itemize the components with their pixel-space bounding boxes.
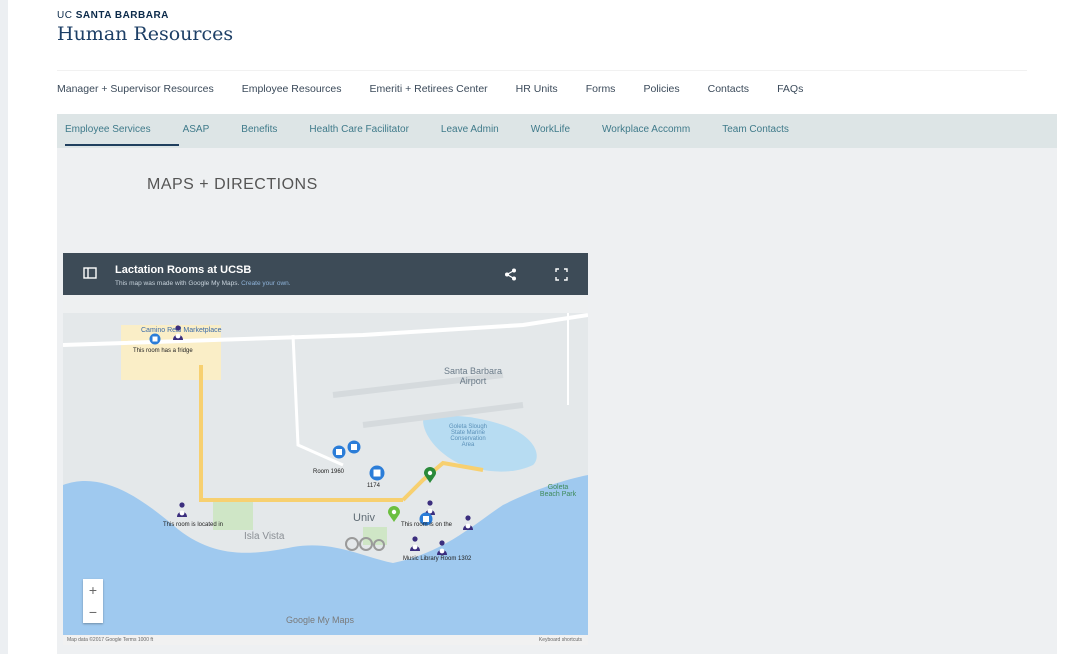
map-legend-icon[interactable] xyxy=(83,266,97,280)
isla-vista-label: Isla Vista xyxy=(244,531,285,542)
nav-item-policies[interactable]: Policies xyxy=(643,83,679,95)
pin-label-marketplace: This room has a fridge xyxy=(133,348,193,354)
zoom-controls: + − xyxy=(83,579,103,623)
map-marker-icon[interactable] xyxy=(424,467,436,484)
brand-campus: UC SANTA BARBARA xyxy=(57,10,169,21)
embedded-map[interactable]: Lactation Rooms at UCSB This map was mad… xyxy=(63,253,588,645)
grey-pin-icon[interactable] xyxy=(373,539,385,551)
fullscreen-icon[interactable] xyxy=(555,268,568,281)
map-attribution[interactable]: Map data ©2017 Google Terms 1000 ft xyxy=(67,637,153,643)
zoom-in-button[interactable]: + xyxy=(83,579,103,601)
map-subtitle: This map was made with Google My Maps. C… xyxy=(115,280,291,287)
subnav-benefits[interactable]: Benefits xyxy=(241,124,277,135)
lactation-room-pin-icon[interactable] xyxy=(175,502,189,518)
page-frame xyxy=(0,0,8,654)
nav-item-employee-resources[interactable]: Employee Resources xyxy=(242,83,342,95)
page-title: MAPS + DIRECTIONS xyxy=(147,176,318,193)
map-marker-icon[interactable] xyxy=(388,506,400,523)
header-divider xyxy=(57,70,1027,71)
active-tab-indicator xyxy=(65,144,179,146)
building-pin-icon[interactable] xyxy=(332,445,346,459)
pin-label-1174: 1174 xyxy=(367,483,380,489)
lactation-room-pin-icon[interactable] xyxy=(171,325,185,341)
pin-label-library: Music Library Room 1302 xyxy=(403,556,472,562)
brand-title[interactable]: Human Resources xyxy=(57,23,233,45)
building-pin-icon[interactable] xyxy=(149,333,161,345)
building-pin-icon[interactable] xyxy=(369,465,385,481)
nav-item-manager-resources[interactable]: Manager + Supervisor Resources xyxy=(57,83,214,95)
map-title[interactable]: Lactation Rooms at UCSB xyxy=(115,264,251,276)
pin-label-room-1960: Room 1960 xyxy=(313,469,345,475)
pin-label-ucen: This room is on the xyxy=(401,522,453,528)
subnav-asap[interactable]: ASAP xyxy=(183,124,210,135)
keyboard-shortcuts-link[interactable]: Keyboard shortcuts xyxy=(539,637,582,643)
univ-label: Univ xyxy=(353,512,376,524)
nav-item-faqs[interactable]: FAQs xyxy=(777,83,803,95)
subnav-health-care-facilitator[interactable]: Health Care Facilitator xyxy=(309,124,408,135)
zoom-out-button[interactable]: − xyxy=(83,601,103,623)
airport-label: Santa Barbara Airport xyxy=(443,366,503,386)
share-icon[interactable] xyxy=(504,268,517,281)
slough-label: Goleta Slough State Marine Conservation Are… xyxy=(448,424,488,448)
subnav-worklife[interactable]: WorkLife xyxy=(531,124,570,135)
pin-label-iv: This room is located in xyxy=(163,522,224,528)
goleta-beach-label: Goleta Beach Park xyxy=(539,484,577,498)
map-footer: Map data ©2017 Google Terms 1000 ft Keyb… xyxy=(63,635,588,645)
lactation-room-pin-icon[interactable] xyxy=(435,540,449,556)
nav-item-forms[interactable]: Forms xyxy=(586,83,616,95)
subnav-team-contacts[interactable]: Team Contacts xyxy=(722,124,789,135)
nav-item-contacts[interactable]: Contacts xyxy=(708,83,749,95)
subnav-leave-admin[interactable]: Leave Admin xyxy=(441,124,499,135)
subnav-employee-services[interactable]: Employee Services xyxy=(65,124,151,135)
nav-item-hr-units[interactable]: HR Units xyxy=(516,83,558,95)
secondary-nav: Employee Services ASAP Benefits Health C… xyxy=(65,124,789,135)
grey-pin-icon[interactable] xyxy=(345,537,359,551)
google-my-maps-logo: Google My Maps xyxy=(286,615,355,625)
grey-pin-icon[interactable] xyxy=(359,537,373,551)
primary-nav: Manager + Supervisor Resources Employee … xyxy=(57,83,803,95)
nav-item-emeriti-retirees[interactable]: Emeriti + Retirees Center xyxy=(370,83,488,95)
map-header: Lactation Rooms at UCSB This map was mad… xyxy=(63,253,588,295)
building-pin-icon[interactable] xyxy=(347,440,361,454)
site-header: UC SANTA BARBARA Human Resources xyxy=(57,10,233,45)
lactation-room-pin-icon[interactable] xyxy=(408,536,422,552)
lactation-room-pin-icon[interactable] xyxy=(461,515,475,531)
subnav-workplace-accomm[interactable]: Workplace Accomm xyxy=(602,124,690,135)
create-map-link[interactable]: Create your own. xyxy=(241,280,291,287)
